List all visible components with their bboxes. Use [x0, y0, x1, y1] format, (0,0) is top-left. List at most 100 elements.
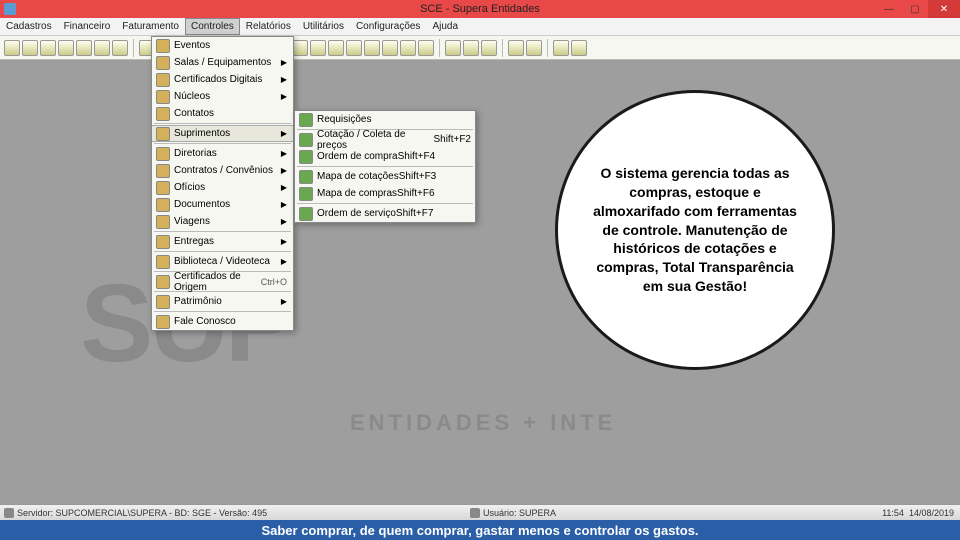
menu-item[interactable]: Salas / Equipamentos ▶ [152, 54, 293, 71]
menu-controles[interactable]: Controles [185, 18, 240, 35]
menu-icon [156, 235, 170, 249]
toolbar-icon[interactable] [58, 40, 74, 56]
menu-icon [156, 56, 170, 70]
minimize-button[interactable]: — [876, 0, 902, 18]
menu-icon [299, 150, 313, 164]
toolbar-icon[interactable] [94, 40, 110, 56]
menu-item[interactable]: Biblioteca / Videoteca ▶ [152, 253, 293, 270]
menu-icon [156, 164, 170, 178]
toolbar-icon[interactable] [571, 40, 587, 56]
menu-relatorios[interactable]: Relatórios [240, 18, 297, 35]
menu-label: Diretorias [174, 148, 217, 159]
toolbar-icon[interactable] [346, 40, 362, 56]
toolbar-icon[interactable] [508, 40, 524, 56]
menu-item[interactable]: Diretorias▶ [152, 145, 293, 162]
submenu-item[interactable]: Ordem de serviçoShift+F7 [295, 205, 475, 222]
menu-item[interactable]: Entregas▶ [152, 233, 293, 250]
menu-icon [299, 133, 313, 147]
user-icon [470, 508, 480, 518]
menu-utilitarios[interactable]: Utilitários [297, 18, 350, 35]
titlebar: SCE - Supera Entidades — ▢ ✕ [0, 0, 960, 18]
toolbar-icon[interactable] [481, 40, 497, 56]
toolbar-icon[interactable] [328, 40, 344, 56]
toolbar-icon[interactable] [292, 40, 308, 56]
window-title: SCE - Supera Entidades [420, 3, 540, 15]
toolbar-icon[interactable] [553, 40, 569, 56]
menu-item[interactable]: Ofícios▶ [152, 179, 293, 196]
menu-label: Patrimônio [174, 296, 222, 307]
submenu-item[interactable]: Mapa de comprasShift+F6 [295, 185, 475, 202]
caption-text: Saber comprar, de quem comprar, gastar m… [261, 523, 698, 538]
chevron-right-icon: ▶ [281, 257, 287, 266]
menu-ajuda[interactable]: Ajuda [426, 18, 464, 35]
menu-item[interactable]: Viagens▶ [152, 213, 293, 230]
menu-financeiro[interactable]: Financeiro [58, 18, 117, 35]
submenu-item[interactable]: Requisições [295, 111, 475, 128]
toolbar-icon[interactable] [40, 40, 56, 56]
menu-item[interactable]: Eventos [152, 37, 293, 54]
chevron-right-icon: ▶ [281, 92, 287, 101]
toolbar-icon[interactable] [382, 40, 398, 56]
menu-item[interactable]: Núcleos ▶ [152, 88, 293, 105]
app-icon [4, 3, 16, 15]
menu-label: Suprimentos [174, 128, 230, 139]
menu-item[interactable]: Documentos▶ [152, 196, 293, 213]
menu-icon [299, 113, 313, 127]
menu-icon [156, 181, 170, 195]
server-icon [4, 508, 14, 518]
toolbar-icon[interactable] [4, 40, 20, 56]
submenu-label: Requisições [317, 114, 371, 125]
menu-icon [156, 275, 170, 289]
submenu-item[interactable]: Cotação / Coleta de preçosShift+F2 [295, 131, 475, 148]
menu-item[interactable]: Certificados Digitais▶ [152, 71, 293, 88]
menu-item[interactable]: Certificados de OrigemCtrl+O [152, 273, 293, 290]
submenu-item[interactable]: Ordem de compraShift+F4 [295, 148, 475, 165]
close-button[interactable]: ✕ [928, 0, 960, 18]
chevron-right-icon: ▶ [281, 183, 287, 192]
menu-item[interactable]: Patrimônio▶ [152, 293, 293, 310]
menu-item[interactable]: Fale Conosco [152, 313, 293, 330]
menu-icon [156, 73, 170, 87]
toolbar-icon[interactable] [445, 40, 461, 56]
status-server: Servidor: SUPCOMERCIAL\SUPERA - BD: SGE … [17, 508, 267, 518]
toolbar-icon[interactable] [310, 40, 326, 56]
chevron-right-icon: ▶ [281, 237, 287, 246]
menu-item[interactable]: Suprimentos▶ [152, 125, 293, 142]
menu-label: Contratos / Convênios [174, 165, 273, 176]
maximize-button[interactable]: ▢ [902, 0, 928, 18]
toolbar-icon[interactable] [76, 40, 92, 56]
menu-label: Biblioteca / Videoteca [174, 256, 270, 267]
menu-item[interactable]: Contratos / Convênios▶ [152, 162, 293, 179]
dropdown-controles: Eventos Salas / Equipamentos ▶ Certificados… [151, 36, 294, 331]
menu-icon [299, 187, 313, 201]
menu-icon [299, 207, 313, 221]
submenu-item[interactable]: Mapa de cotaçõesShift+F3 [295, 168, 475, 185]
menu-configuracoes[interactable]: Configurações [350, 18, 426, 35]
toolbar-icon[interactable] [22, 40, 38, 56]
menu-item[interactable]: Contatos [152, 105, 293, 122]
chevron-right-icon: ▶ [281, 58, 287, 67]
toolbar-icon[interactable] [463, 40, 479, 56]
menu-cadastros[interactable]: Cadastros [0, 18, 58, 35]
window-controls: — ▢ ✕ [876, 0, 960, 18]
toolbar-icon[interactable] [418, 40, 434, 56]
toolbar-icon[interactable] [400, 40, 416, 56]
menu-label: Núcleos [174, 91, 210, 102]
status-user: Usuário: SUPERA [483, 508, 556, 518]
submenu-label: Mapa de cotações [317, 171, 399, 182]
menu-label: Certificados de Origem [174, 271, 261, 293]
callout-bubble: O sistema gerencia todas as compras, est… [555, 90, 835, 370]
menu-icon [156, 90, 170, 104]
status-time: 11:54 [882, 508, 904, 518]
menu-icon [156, 147, 170, 161]
toolbar-icon[interactable] [112, 40, 128, 56]
menu-label: Viagens [174, 216, 210, 227]
menu-label: Salas / Equipamentos [174, 57, 271, 68]
toolbar-icon[interactable] [526, 40, 542, 56]
menu-icon [156, 107, 170, 121]
menu-icon [156, 315, 170, 329]
toolbar-icon[interactable] [364, 40, 380, 56]
menu-icon [299, 170, 313, 184]
menu-faturamento[interactable]: Faturamento [116, 18, 185, 35]
menu-icon [156, 255, 170, 269]
